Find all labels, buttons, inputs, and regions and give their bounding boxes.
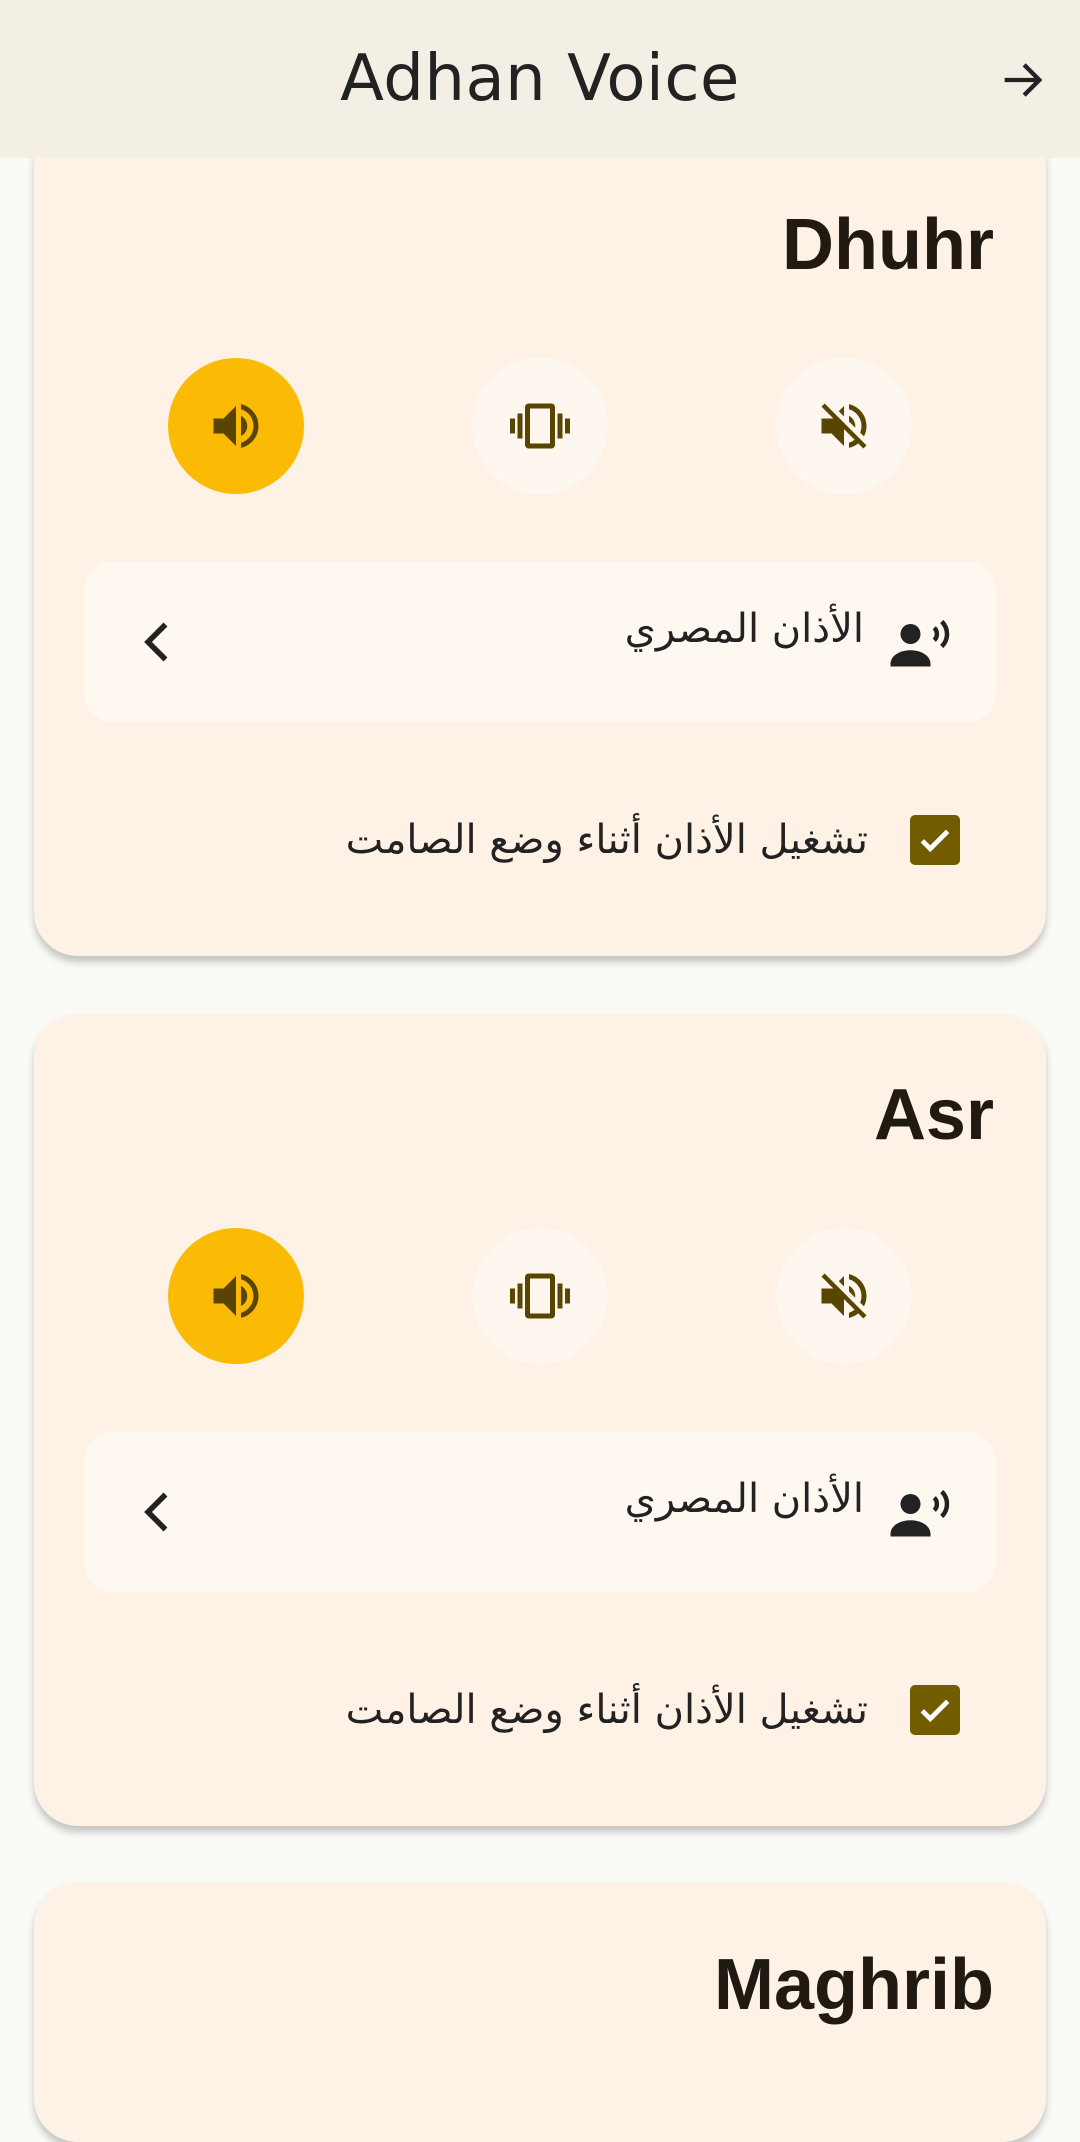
silent-mode-option: تشغيل الأذان أثناء وضع الصامت bbox=[346, 1680, 960, 1740]
prayer-card-asr: Asr الأذان المصري تشغيل الأذان أثناء وضع… bbox=[34, 1014, 1046, 1826]
prayer-card-maghrib: Maghrib bbox=[34, 1882, 1046, 2142]
vibrate-mode-button[interactable] bbox=[472, 358, 608, 494]
mute-mode-button[interactable] bbox=[776, 358, 912, 494]
voice-label: الأذان المصري bbox=[624, 1476, 864, 1522]
chevron-left-icon bbox=[144, 622, 168, 662]
app-bar: Adhan Voice bbox=[0, 0, 1080, 158]
prayer-name: Dhuhr bbox=[782, 205, 994, 285]
volume-off-icon bbox=[821, 403, 867, 449]
silent-mode-checkbox[interactable] bbox=[910, 1685, 960, 1735]
volume-up-icon bbox=[213, 404, 259, 448]
sound-mode-button[interactable] bbox=[168, 358, 304, 494]
chevron-left-icon bbox=[144, 1492, 168, 1532]
prayer-name: Asr bbox=[873, 1075, 994, 1155]
sound-mode-button[interactable] bbox=[168, 1228, 304, 1364]
silent-mode-label: تشغيل الأذان أثناء وضع الصامت bbox=[345, 817, 868, 863]
silent-mode-option: تشغيل الأذان أثناء وضع الصامت bbox=[346, 810, 960, 870]
vibrate-mode-button[interactable] bbox=[472, 1228, 608, 1364]
silent-mode-label: تشغيل الأذان أثناء وضع الصامت bbox=[345, 1687, 868, 1733]
volume-up-icon bbox=[213, 1274, 259, 1318]
voice-person-icon bbox=[890, 1489, 950, 1537]
prayer-card-dhuhr: Dhuhr الأذان المصري تشغيل الأذان أثناء و… bbox=[34, 120, 1046, 956]
voice-person-icon bbox=[890, 619, 950, 667]
voice-selector[interactable]: الأذان المصري bbox=[84, 562, 996, 722]
prayer-name: Maghrib bbox=[714, 1945, 994, 2025]
silent-mode-checkbox[interactable] bbox=[910, 815, 960, 865]
vibrate-icon bbox=[510, 403, 570, 449]
voice-selector[interactable]: الأذان المصري bbox=[84, 1432, 996, 1592]
forward-button[interactable] bbox=[992, 50, 1052, 110]
checkmark-icon bbox=[920, 829, 950, 853]
page-title: Adhan Voice bbox=[340, 42, 740, 116]
arrow-forward-icon bbox=[1004, 63, 1043, 97]
volume-off-icon bbox=[821, 1273, 867, 1319]
voice-label: الأذان المصري bbox=[624, 606, 864, 652]
mute-mode-button[interactable] bbox=[776, 1228, 912, 1364]
checkmark-icon bbox=[920, 1699, 950, 1723]
vibrate-icon bbox=[510, 1273, 570, 1319]
